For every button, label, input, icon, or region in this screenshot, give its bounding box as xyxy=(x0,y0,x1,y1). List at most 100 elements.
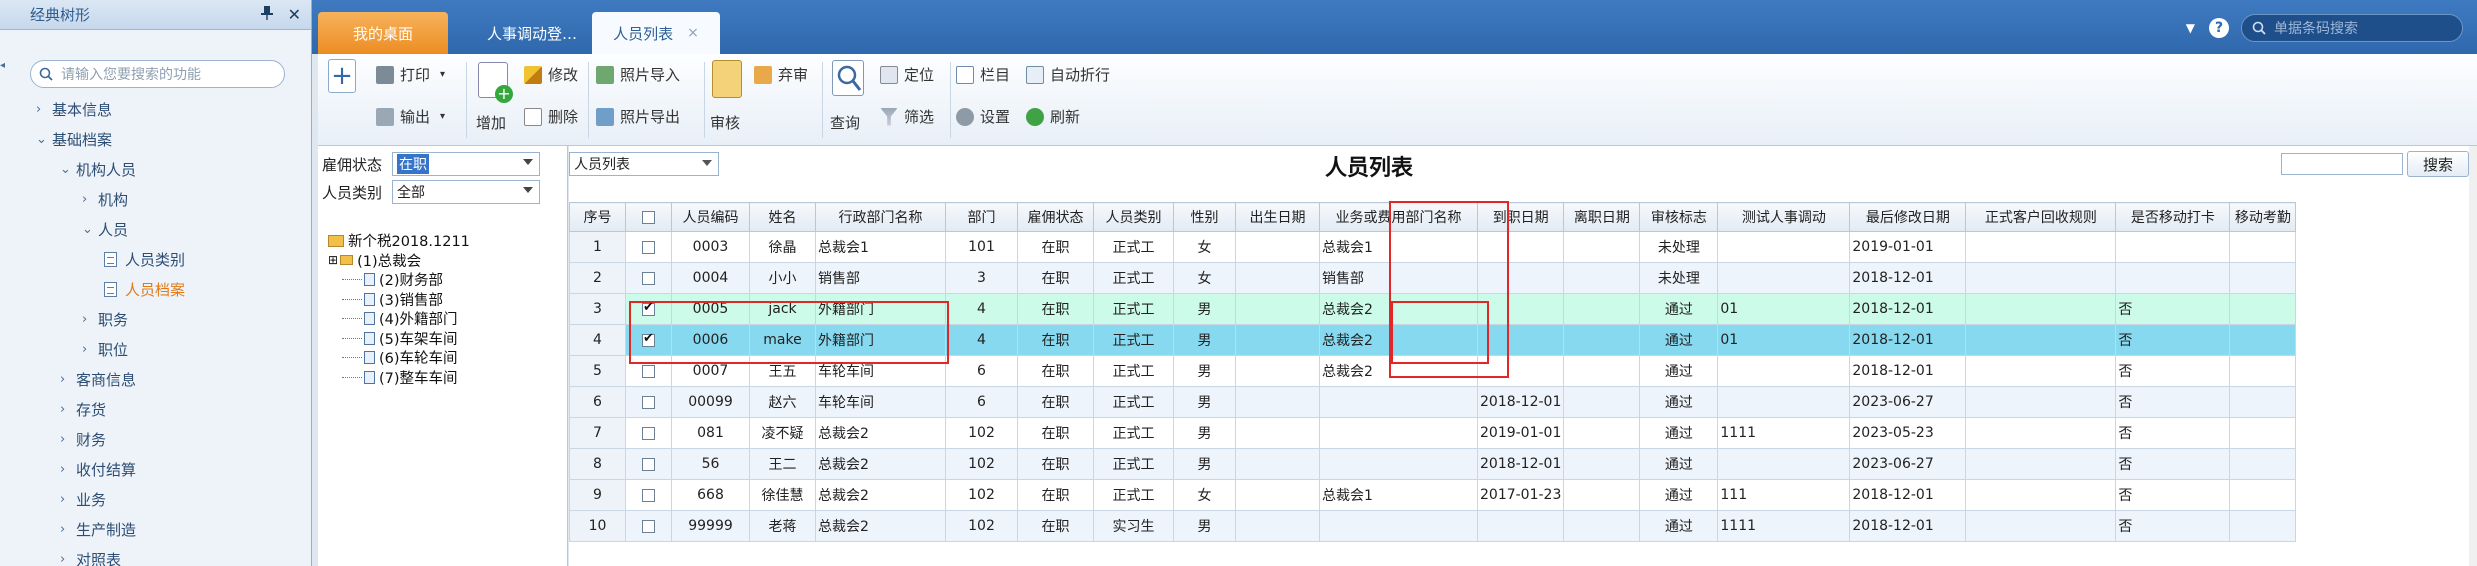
chevron-down-icon[interactable]: ⌄ xyxy=(60,162,76,177)
chevron-right-icon[interactable]: › xyxy=(60,462,76,477)
nav-tree-item[interactable]: ⌄ 基础档案 xyxy=(0,124,311,154)
column-header[interactable]: 雇佣状态 xyxy=(1017,202,1094,232)
chevron-right-icon[interactable]: › xyxy=(60,402,76,417)
nav-tree-item[interactable]: › 基本信息 xyxy=(0,94,311,124)
delete-button[interactable]: 删除 xyxy=(524,106,578,127)
person-type-select[interactable]: 全部 xyxy=(392,180,540,204)
column-header[interactable]: 人员编码 xyxy=(671,202,750,232)
tab-personnel-list[interactable]: 人员列表 × xyxy=(592,12,720,54)
abandon-button[interactable]: 弃审 xyxy=(754,64,808,85)
column-header[interactable]: 正式客户回收规则 xyxy=(1965,202,2117,232)
collapse-arrow-icon[interactable]: ◂ xyxy=(0,60,6,74)
photo-import-button[interactable]: 照片导入 xyxy=(596,64,680,85)
auto-wrap-button[interactable]: 自动折行 xyxy=(1026,64,1110,85)
row-checkbox-cell[interactable] xyxy=(625,324,672,356)
nav-tree-item[interactable]: 人员档案 xyxy=(0,274,311,304)
org-tree-item[interactable]: (2)财务部 xyxy=(342,269,443,290)
chevron-right-icon[interactable]: › xyxy=(36,102,52,117)
nav-tree-item[interactable]: › 业务 xyxy=(0,484,311,514)
column-header[interactable]: 序号 xyxy=(569,202,626,232)
org-tree-item[interactable]: (7)整车车间 xyxy=(342,367,458,388)
list-search-input[interactable] xyxy=(2281,153,2403,175)
barcode-search-input[interactable]: 单据条码搜索 xyxy=(2241,14,2463,42)
row-checkbox-cell[interactable] xyxy=(625,355,672,387)
row-checkbox[interactable] xyxy=(642,331,655,347)
table-row[interactable]: 7 081 凌不疑 总裁会2 102 在职 正式工男 2019-01-01 通过 1111 2023… xyxy=(569,417,2297,449)
photo-export-button[interactable]: 照片导出 xyxy=(596,106,680,127)
dropdown-arrow-icon[interactable]: ▼ xyxy=(2186,21,2195,35)
expand-icon[interactable]: ⊞ xyxy=(328,253,338,267)
employ-status-select[interactable]: 在职 xyxy=(392,152,540,176)
row-checkbox-cell[interactable] xyxy=(625,293,672,325)
row-checkbox-cell[interactable] xyxy=(625,417,672,449)
table-row[interactable]: 3 0005jack外籍部门4在职正式工男 总裁会2 通过012018-12-01 否 xyxy=(569,293,2297,325)
tab-my-desktop[interactable]: 我的桌面 xyxy=(318,12,448,54)
chevron-right-icon[interactable]: › xyxy=(60,552,76,566)
chevron-right-icon[interactable]: › xyxy=(82,312,98,327)
row-checkbox[interactable] xyxy=(642,426,655,440)
column-header[interactable]: 到职日期 xyxy=(1476,202,1565,232)
nav-tree-item[interactable]: › 对照表 xyxy=(0,544,311,566)
select-all-checkbox[interactable] xyxy=(642,210,655,224)
row-checkbox[interactable] xyxy=(642,519,655,533)
row-checkbox-cell[interactable] xyxy=(625,479,672,511)
table-row[interactable]: 1 0003 徐晶 总裁会1 101 在职 正式工女总裁会1 未处理 2019-01-01 xyxy=(569,231,2297,263)
nav-tree-item[interactable]: › 存货 xyxy=(0,394,311,424)
pin-icon[interactable] xyxy=(260,5,274,25)
nav-tree-item[interactable]: › 机构 xyxy=(0,184,311,214)
output-button[interactable]: 输出 ▾ xyxy=(376,106,445,127)
column-header[interactable]: 最后修改日期 xyxy=(1849,202,1967,232)
nav-tree-item[interactable]: › 职位 xyxy=(0,334,311,364)
row-checkbox[interactable] xyxy=(642,457,655,471)
chevron-down-icon[interactable]: ⌄ xyxy=(36,132,52,147)
columns-button[interactable]: 栏目 xyxy=(956,64,1010,85)
select-all-checkbox-header[interactable] xyxy=(625,202,672,232)
column-header[interactable]: 离职日期 xyxy=(1563,202,1641,232)
table-row[interactable]: 10 99999 老蒋 总裁会2 102 在职 实习生男 通过 1111 2018-12-01 否 xyxy=(569,510,2297,542)
function-search-input[interactable]: 请输入您要搜索的功能 xyxy=(30,60,285,88)
chevron-right-icon[interactable]: › xyxy=(82,342,98,357)
settings-button[interactable]: 设置 xyxy=(956,106,1010,127)
help-icon[interactable]: ? xyxy=(2209,18,2229,38)
vertical-scrollbar[interactable] xyxy=(2469,146,2477,566)
column-header[interactable]: 移动考勤 xyxy=(2229,202,2297,232)
refresh-button[interactable]: 刷新 xyxy=(1026,106,1080,127)
row-checkbox[interactable] xyxy=(642,271,655,285)
row-checkbox[interactable] xyxy=(642,364,655,378)
locate-button[interactable]: 定位 xyxy=(880,64,934,85)
row-checkbox-cell[interactable] xyxy=(625,448,672,480)
audit-button[interactable]: 审核 xyxy=(710,112,740,133)
column-header[interactable]: 审核标志 xyxy=(1639,202,1719,232)
column-header[interactable]: 出生日期 xyxy=(1235,202,1320,232)
row-checkbox-cell[interactable] xyxy=(625,386,672,418)
add-record-icon[interactable]: + xyxy=(328,59,356,93)
org-tree-item[interactable]: (4)外籍部门 xyxy=(342,308,458,329)
table-row[interactable]: 8 56 王二 总裁会2 102 在职 正式工男 2018-12-01 通过 2023-06-27… xyxy=(569,448,2297,480)
nav-tree-item[interactable]: › 财务 xyxy=(0,424,311,454)
query-button[interactable]: 查询 xyxy=(830,112,860,133)
chevron-right-icon[interactable]: › xyxy=(82,192,98,207)
column-header[interactable]: 部门 xyxy=(945,202,1018,232)
print-button[interactable]: 打印 ▾ xyxy=(376,64,445,85)
table-row[interactable]: 9 668 徐佳慧 总裁会2 102 在职 正式工女 总裁会1 2017-01-23 通过 111 2… xyxy=(569,479,2297,511)
tab-close-icon[interactable]: × xyxy=(687,25,699,41)
org-tree-item[interactable]: (3)销售部 xyxy=(342,289,443,310)
column-header[interactable]: 人员类别 xyxy=(1093,202,1174,232)
edit-button[interactable]: 修改 xyxy=(524,64,578,85)
org-tree-item[interactable]: 新个税2018.1211 xyxy=(328,230,470,251)
org-tree-item[interactable]: (6)车轮车间 xyxy=(342,347,458,368)
org-tree-item[interactable]: (5)车架车间 xyxy=(342,328,458,349)
column-header[interactable]: 业务或费用部门名称 xyxy=(1319,202,1478,232)
filter-button[interactable]: 筛选 xyxy=(880,106,934,127)
row-checkbox-cell[interactable] xyxy=(625,510,672,542)
row-checkbox[interactable] xyxy=(642,395,655,409)
chevron-down-icon[interactable]: ⌄ xyxy=(82,222,98,237)
row-checkbox-cell[interactable] xyxy=(625,262,672,294)
column-header[interactable]: 性别 xyxy=(1173,202,1236,232)
row-checkbox[interactable] xyxy=(642,488,655,502)
column-header[interactable]: 姓名 xyxy=(749,202,816,232)
nav-tree-item[interactable]: › 收付结算 xyxy=(0,454,311,484)
column-header[interactable]: 测试人事调动 xyxy=(1717,202,1851,232)
table-row[interactable]: 40006make外籍部门4在职正式工男总裁会2通过012018-12-01否 xyxy=(569,324,2297,356)
chevron-right-icon[interactable]: › xyxy=(60,432,76,447)
